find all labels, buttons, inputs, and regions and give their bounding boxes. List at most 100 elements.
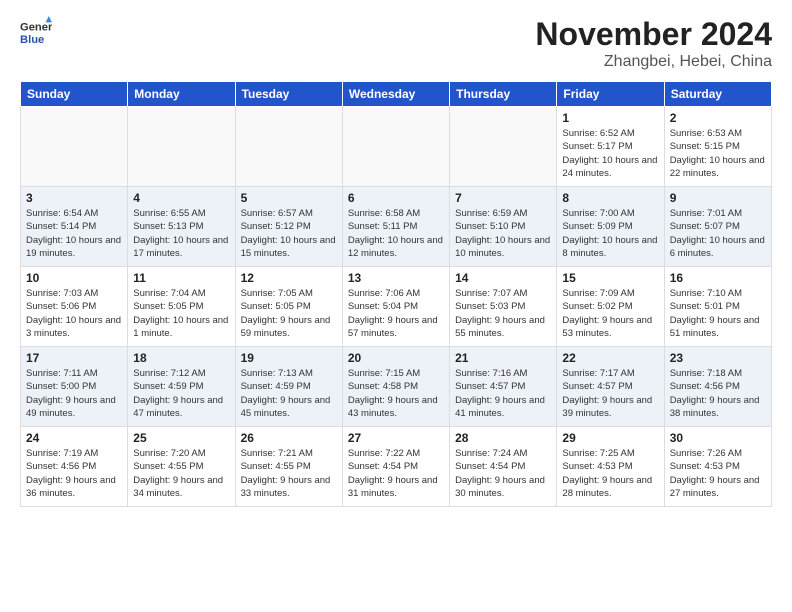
table-row: 15 Sunrise: 7:09 AM Sunset: 5:02 PM Dayli… (557, 267, 664, 347)
table-row: 8Sunrise: 7:00 AM Sunset: 5:09 PM Daylig… (557, 187, 664, 267)
table-row: 16Sunrise: 7:10 AM Sunset: 5:01 PM Dayli… (664, 267, 771, 347)
day-number: 29 (562, 431, 658, 445)
day-info: Sunrise: 7:22 AM Sunset: 4:54 PM Dayligh… (348, 447, 444, 500)
day-info: Sunrise: 7:15 AM Sunset: 4:58 PM Dayligh… (348, 367, 444, 420)
col-sunday: Sunday (21, 82, 128, 107)
month-title: November 2024 (535, 16, 772, 53)
day-number: 5 (241, 191, 337, 205)
table-row: 14 Sunrise: 7:07 AM Sunset: 5:03 PM Dayli… (450, 267, 557, 347)
calendar-header-row: Sunday Monday Tuesday Wednesday Thursday… (21, 82, 772, 107)
table-row: 28 Sunrise: 7:24 AM Sunset: 4:54 PM Dayli… (450, 427, 557, 507)
day-info: Sunrise: 7:12 AM Sunset: 4:59 PM Dayligh… (133, 367, 229, 420)
day-info: Sunrise: 6:54 AM Sunset: 5:14 PM Dayligh… (26, 207, 122, 260)
day-number: 19 (241, 351, 337, 365)
table-row: 24 Sunrise: 7:19 AM Sunset: 4:56 PM Dayli… (21, 427, 128, 507)
day-number: 17 (26, 351, 122, 365)
col-thursday: Thursday (450, 82, 557, 107)
table-row (128, 107, 235, 187)
day-number: 16 (670, 271, 766, 285)
table-row: 18 Sunrise: 7:12 AM Sunset: 4:59 PM Dayli… (128, 347, 235, 427)
table-row: 30Sunrise: 7:26 AM Sunset: 4:53 PM Dayli… (664, 427, 771, 507)
day-number: 25 (133, 431, 229, 445)
day-number: 14 (455, 271, 551, 285)
day-info: Sunrise: 7:17 AM Sunset: 4:57 PM Dayligh… (562, 367, 658, 420)
table-row: 21 Sunrise: 7:16 AM Sunset: 4:57 PM Dayli… (450, 347, 557, 427)
day-number: 28 (455, 431, 551, 445)
table-row (342, 107, 449, 187)
table-row: 13Sunrise: 7:06 AM Sunset: 5:04 PM Dayli… (342, 267, 449, 347)
title-section: November 2024 Zhangbei, Hebei, China (535, 16, 772, 71)
day-number: 12 (241, 271, 337, 285)
table-row: 23 Sunrise: 7:18 AM Sunset: 4:56 PM Dayli… (664, 347, 771, 427)
calendar-week-row: 17Sunrise: 7:11 AM Sunset: 5:00 PM Dayli… (21, 347, 772, 427)
day-number: 27 (348, 431, 444, 445)
day-number: 10 (26, 271, 122, 285)
table-row: 10Sunrise: 7:03 AM Sunset: 5:06 PM Dayli… (21, 267, 128, 347)
col-wednesday: Wednesday (342, 82, 449, 107)
day-info: Sunrise: 7:21 AM Sunset: 4:55 PM Dayligh… (241, 447, 337, 500)
table-row: 29 Sunrise: 7:25 AM Sunset: 4:53 PM Dayli… (557, 427, 664, 507)
day-info: Sunrise: 7:16 AM Sunset: 4:57 PM Dayligh… (455, 367, 551, 420)
table-row (235, 107, 342, 187)
day-info: Sunrise: 7:01 AM Sunset: 5:07 PM Dayligh… (670, 207, 766, 260)
day-number: 8 (562, 191, 658, 205)
table-row: 26 Sunrise: 7:21 AM Sunset: 4:55 PM Dayli… (235, 427, 342, 507)
day-info: Sunrise: 6:57 AM Sunset: 5:12 PM Dayligh… (241, 207, 337, 260)
day-info: Sunrise: 7:25 AM Sunset: 4:53 PM Dayligh… (562, 447, 658, 500)
table-row: 11 Sunrise: 7:04 AM Sunset: 5:05 PM Dayli… (128, 267, 235, 347)
day-number: 11 (133, 271, 229, 285)
day-info: Sunrise: 6:53 AM Sunset: 5:15 PM Dayligh… (670, 127, 766, 180)
header: General Blue November 2024 Zhangbei, Heb… (20, 16, 772, 71)
svg-text:General: General (20, 21, 52, 33)
day-number: 22 (562, 351, 658, 365)
page: General Blue November 2024 Zhangbei, Heb… (0, 0, 792, 612)
day-info: Sunrise: 7:04 AM Sunset: 5:05 PM Dayligh… (133, 287, 229, 340)
table-row: 5 Sunrise: 6:57 AM Sunset: 5:12 PM Daylig… (235, 187, 342, 267)
day-number: 6 (348, 191, 444, 205)
col-tuesday: Tuesday (235, 82, 342, 107)
table-row: 22 Sunrise: 7:17 AM Sunset: 4:57 PM Dayli… (557, 347, 664, 427)
day-info: Sunrise: 7:24 AM Sunset: 4:54 PM Dayligh… (455, 447, 551, 500)
day-info: Sunrise: 6:52 AM Sunset: 5:17 PM Dayligh… (562, 127, 658, 180)
table-row: 9Sunrise: 7:01 AM Sunset: 5:07 PM Daylig… (664, 187, 771, 267)
day-number: 21 (455, 351, 551, 365)
table-row: 19 Sunrise: 7:13 AM Sunset: 4:59 PM Dayli… (235, 347, 342, 427)
calendar-week-row: 10Sunrise: 7:03 AM Sunset: 5:06 PM Dayli… (21, 267, 772, 347)
day-info: Sunrise: 7:09 AM Sunset: 5:02 PM Dayligh… (562, 287, 658, 340)
calendar-week-row: 1 Sunrise: 6:52 AM Sunset: 5:17 PM Daylig… (21, 107, 772, 187)
table-row (450, 107, 557, 187)
table-row: 17Sunrise: 7:11 AM Sunset: 5:00 PM Dayli… (21, 347, 128, 427)
day-number: 15 (562, 271, 658, 285)
calendar-table: Sunday Monday Tuesday Wednesday Thursday… (20, 81, 772, 507)
table-row: 20 Sunrise: 7:15 AM Sunset: 4:58 PM Dayli… (342, 347, 449, 427)
day-number: 1 (562, 111, 658, 125)
day-info: Sunrise: 7:13 AM Sunset: 4:59 PM Dayligh… (241, 367, 337, 420)
day-number: 7 (455, 191, 551, 205)
table-row: 12 Sunrise: 7:05 AM Sunset: 5:05 PM Dayli… (235, 267, 342, 347)
day-info: Sunrise: 7:05 AM Sunset: 5:05 PM Dayligh… (241, 287, 337, 340)
table-row: 27 Sunrise: 7:22 AM Sunset: 4:54 PM Dayli… (342, 427, 449, 507)
day-info: Sunrise: 7:07 AM Sunset: 5:03 PM Dayligh… (455, 287, 551, 340)
table-row: 6 Sunrise: 6:58 AM Sunset: 5:11 PM Daylig… (342, 187, 449, 267)
day-info: Sunrise: 7:19 AM Sunset: 4:56 PM Dayligh… (26, 447, 122, 500)
calendar-week-row: 24 Sunrise: 7:19 AM Sunset: 4:56 PM Dayli… (21, 427, 772, 507)
day-number: 4 (133, 191, 229, 205)
day-number: 2 (670, 111, 766, 125)
col-friday: Friday (557, 82, 664, 107)
day-number: 23 (670, 351, 766, 365)
day-number: 24 (26, 431, 122, 445)
table-row: 3 Sunrise: 6:54 AM Sunset: 5:14 PM Daylig… (21, 187, 128, 267)
day-number: 18 (133, 351, 229, 365)
svg-text:Blue: Blue (20, 34, 44, 46)
day-number: 3 (26, 191, 122, 205)
table-row: 4Sunrise: 6:55 AM Sunset: 5:13 PM Daylig… (128, 187, 235, 267)
location: Zhangbei, Hebei, China (535, 53, 772, 71)
day-number: 26 (241, 431, 337, 445)
day-number: 30 (670, 431, 766, 445)
day-info: Sunrise: 7:18 AM Sunset: 4:56 PM Dayligh… (670, 367, 766, 420)
logo: General Blue (20, 16, 56, 48)
day-number: 20 (348, 351, 444, 365)
col-saturday: Saturday (664, 82, 771, 107)
col-monday: Monday (128, 82, 235, 107)
day-info: Sunrise: 6:58 AM Sunset: 5:11 PM Dayligh… (348, 207, 444, 260)
